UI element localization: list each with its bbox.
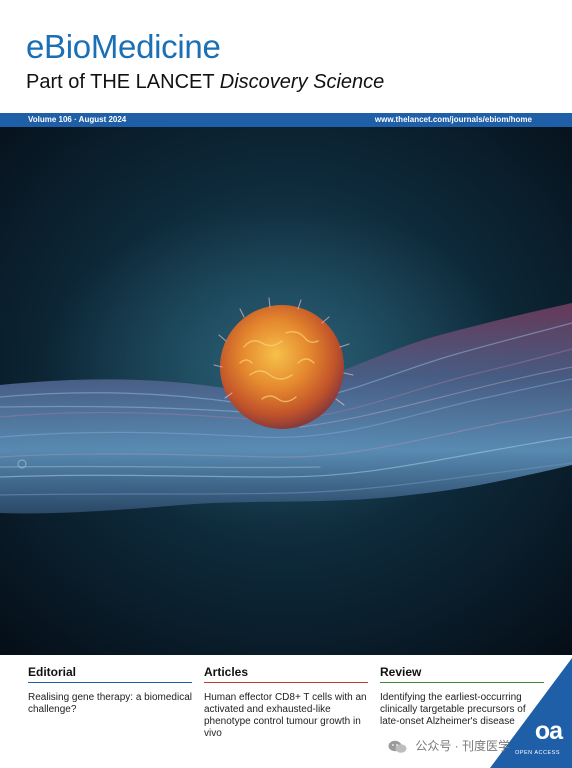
subtitle-italic: Discovery Science <box>219 71 385 93</box>
oa-sublabel: OPEN ACCESS <box>515 749 560 756</box>
journal-title: eBioMedicine <box>26 28 221 65</box>
oa-label: oa <box>534 717 563 745</box>
issue-info-bar: Volume 106 · August 2024 www.thelancet.c… <box>0 113 572 127</box>
journal-subtitle: Part of THE LANCET Discovery Science <box>26 72 384 92</box>
cover-illustration <box>0 127 572 655</box>
cover-illustration-svg <box>0 127 572 655</box>
t-cell-shape <box>220 305 344 429</box>
subtitle-main: Part of THE LANCET <box>26 71 215 93</box>
wechat-watermark: 公众号 · 刊度医学 <box>388 736 510 756</box>
masthead: eBioMedicine Part of THE LANCET Discover… <box>0 0 572 113</box>
watermark-text: 公众号 · 刊度医学 <box>415 739 511 753</box>
journal-url[interactable]: www.thelancet.com/journals/ebiom/home <box>375 115 532 125</box>
section-text-editorial: Realising gene therapy: a biomedical cha… <box>28 692 192 715</box>
section-articles[interactable]: Articles Human effector CD8+ T cells wit… <box>204 665 368 740</box>
section-heading-articles: Articles <box>204 665 368 683</box>
issue-label: Volume 106 · August 2024 <box>28 115 127 124</box>
section-editorial[interactable]: Editorial Realising gene therapy: a biom… <box>28 665 192 716</box>
wechat-icon <box>388 740 407 753</box>
section-heading-editorial: Editorial <box>28 665 192 683</box>
section-text-articles: Human effector CD8+ T cells with an acti… <box>204 692 367 739</box>
